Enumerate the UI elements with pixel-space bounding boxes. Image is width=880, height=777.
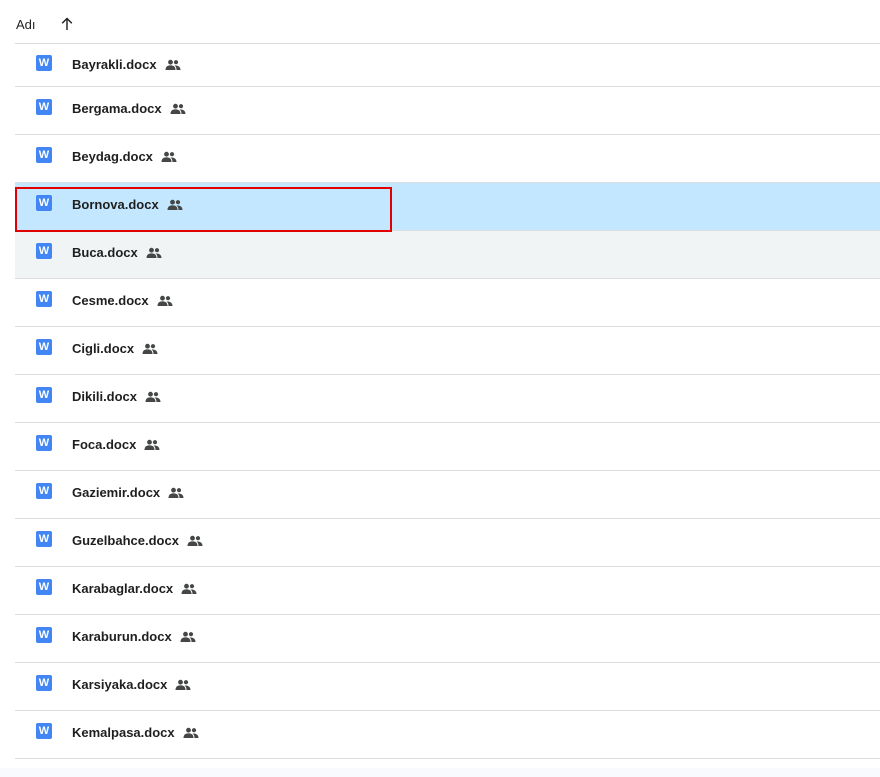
file-row[interactable]: W Cigli.docx <box>15 327 880 375</box>
word-doc-icon: W <box>36 435 52 451</box>
file-row[interactable]: W Bergama.docx <box>15 87 880 135</box>
people-icon <box>180 631 196 642</box>
file-name: Bayrakli.docx <box>72 57 157 72</box>
people-icon <box>157 295 173 306</box>
people-icon <box>161 151 177 162</box>
file-name-group: Cesme.docx <box>72 293 173 309</box>
file-row[interactable]: W Karsiyaka.docx <box>15 663 880 711</box>
file-row[interactable]: W Guzelbahce.docx <box>15 519 880 567</box>
file-row[interactable]: W Karabaglar.docx <box>15 567 880 615</box>
file-name: Bergama.docx <box>72 101 162 116</box>
file-name: Kemalpasa.docx <box>72 725 175 740</box>
file-name: Foca.docx <box>72 437 137 452</box>
file-name: Beydag.docx <box>72 149 153 164</box>
file-list-panel: Adı W Bayrakli.docx W Bergama.docx W Bey… <box>0 0 880 768</box>
file-row[interactable]: W Beydag.docx <box>15 135 880 183</box>
word-doc-icon: W <box>36 243 52 259</box>
people-icon <box>168 487 184 498</box>
file-name-group: Karsiyaka.docx <box>72 677 191 693</box>
people-icon <box>142 343 158 354</box>
arrow-up-icon <box>61 17 73 30</box>
file-name-group: Guzelbahce.docx <box>72 533 203 549</box>
file-name-group: Cigli.docx <box>72 341 158 357</box>
file-row[interactable]: W Gaziemir.docx <box>15 471 880 519</box>
word-doc-icon: W <box>36 291 52 307</box>
file-row[interactable]: W Kemalpasa.docx <box>15 711 880 759</box>
file-name-group: Karabaglar.docx <box>72 581 197 597</box>
name-column-header[interactable]: Adı <box>16 17 36 33</box>
file-name: Cigli.docx <box>72 341 135 356</box>
file-row[interactable]: W Buca.docx <box>15 231 880 279</box>
people-icon <box>146 247 162 258</box>
word-doc-icon: W <box>36 627 52 643</box>
file-name-group: Gaziemir.docx <box>72 485 184 501</box>
file-row[interactable]: W Foca.docx <box>15 423 880 471</box>
word-doc-icon: W <box>36 483 52 499</box>
people-icon <box>181 583 197 594</box>
file-name: Buca.docx <box>72 245 138 260</box>
file-row[interactable]: W Cesme.docx <box>15 279 880 327</box>
people-icon <box>167 199 183 210</box>
word-doc-icon: W <box>36 723 52 739</box>
file-name-group: Karaburun.docx <box>72 629 196 645</box>
file-name-group: Bergama.docx <box>72 101 186 117</box>
file-name: Gaziemir.docx <box>72 485 161 500</box>
people-icon <box>183 727 199 738</box>
word-doc-icon: W <box>36 339 52 355</box>
file-name-group: Beydag.docx <box>72 149 177 165</box>
file-name-group: Kemalpasa.docx <box>72 725 199 741</box>
file-row[interactable]: W Karaburun.docx <box>15 615 880 663</box>
people-icon <box>187 535 203 546</box>
word-doc-icon: W <box>36 579 52 595</box>
file-name-group: Bayrakli.docx <box>72 57 181 73</box>
file-name-group: Buca.docx <box>72 245 162 261</box>
word-doc-icon: W <box>36 55 52 71</box>
file-name: Karabaglar.docx <box>72 581 174 596</box>
file-name: Guzelbahce.docx <box>72 533 179 548</box>
file-rows: W Bayrakli.docx W Bergama.docx W Beydag.… <box>15 44 880 759</box>
word-doc-icon: W <box>36 531 52 547</box>
people-icon <box>170 103 186 114</box>
people-icon <box>165 59 181 70</box>
file-name-group: Bornova.docx <box>72 197 183 213</box>
people-icon <box>144 439 160 450</box>
column-header: Adı <box>15 0 880 44</box>
file-name: Cesme.docx <box>72 293 149 308</box>
word-doc-icon: W <box>36 99 52 115</box>
file-name: Dikili.docx <box>72 389 138 404</box>
word-doc-icon: W <box>36 147 52 163</box>
file-name: Karsiyaka.docx <box>72 677 168 692</box>
word-doc-icon: W <box>36 675 52 691</box>
file-name-group: Dikili.docx <box>72 389 161 405</box>
file-row[interactable]: W Dikili.docx <box>15 375 880 423</box>
file-name-group: Foca.docx <box>72 437 160 453</box>
word-doc-icon: W <box>36 387 52 403</box>
file-name: Karaburun.docx <box>72 629 172 644</box>
file-row[interactable]: W Bayrakli.docx <box>15 44 880 87</box>
people-icon <box>175 679 191 690</box>
people-icon <box>145 391 161 402</box>
file-row[interactable]: W Bornova.docx <box>15 183 880 231</box>
sort-ascending-button[interactable] <box>55 12 79 36</box>
word-doc-icon: W <box>36 195 52 211</box>
file-name: Bornova.docx <box>72 197 159 212</box>
